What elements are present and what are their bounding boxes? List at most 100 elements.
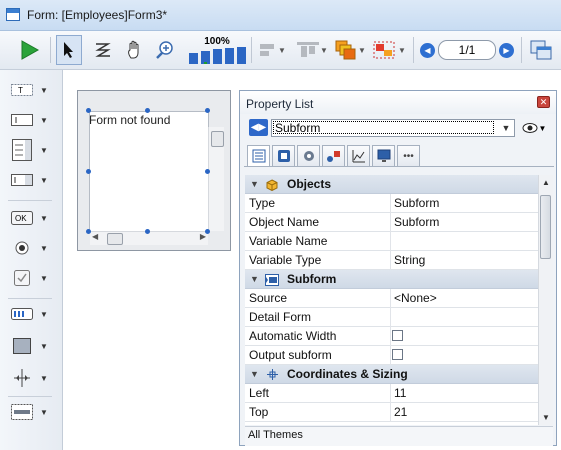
property-key: Automatic Width — [249, 329, 337, 343]
property-row[interactable]: Left 11 — [245, 384, 538, 403]
palette-list-button[interactable]: ▼ — [10, 138, 56, 162]
property-value: Subform — [394, 196, 440, 210]
list-box-icon — [10, 139, 34, 161]
property-key: Object Name — [249, 215, 320, 229]
object-nav-arrows-icon[interactable]: ◀▶ — [249, 119, 268, 136]
column-divider — [390, 346, 391, 365]
group-label: Coordinates & Sizing — [287, 367, 408, 381]
chevron-down-icon: ▼ — [538, 123, 547, 133]
property-row[interactable]: Output subform — [245, 346, 538, 365]
group-header-objects[interactable]: ▼ Objects — [245, 175, 538, 194]
cube-icon — [265, 178, 279, 191]
chevron-down-icon[interactable]: ▼ — [498, 120, 514, 136]
view-options-button[interactable]: ▼ — [521, 120, 547, 136]
hand-icon — [128, 40, 139, 59]
scroll-down-icon[interactable]: ▼ — [542, 413, 550, 422]
subform-object[interactable] — [89, 111, 209, 232]
resize-handle[interactable] — [86, 229, 91, 234]
property-row[interactable]: Detail Form — [245, 308, 538, 327]
property-row[interactable]: Type Subform — [245, 194, 538, 213]
palette-radio-button[interactable]: ▼ — [10, 236, 56, 260]
windows-button[interactable] — [526, 35, 556, 65]
reorder-icon — [95, 43, 111, 57]
scroll-left-icon[interactable]: ◀ — [92, 232, 98, 241]
palette-ruler-button[interactable]: ▼ — [10, 302, 56, 326]
resize-handle[interactable] — [205, 169, 210, 174]
resize-handle[interactable] — [86, 169, 91, 174]
palette-subform-button[interactable]: ▼ — [10, 400, 56, 424]
text-object-icon: T — [10, 82, 34, 98]
tab-more[interactable]: ••• — [397, 145, 420, 166]
property-row[interactable]: Source <None> — [245, 289, 538, 308]
resize-handle[interactable] — [86, 108, 91, 113]
property-list-title: Property List — [246, 97, 314, 111]
scroll-up-icon[interactable]: ▲ — [542, 178, 550, 187]
palette-splitter-button[interactable]: ▼ — [10, 366, 56, 390]
layer-button[interactable]: ▼ — [332, 35, 368, 65]
select-tool-button[interactable] — [56, 35, 82, 65]
resize-handle[interactable] — [205, 229, 210, 234]
prev-page-icon[interactable]: ◀ — [420, 42, 435, 58]
palette-rectangle-button[interactable]: ▼ — [10, 334, 56, 358]
tab-objects[interactable] — [322, 145, 345, 166]
palette-text-button[interactable]: T ▼ — [10, 78, 56, 102]
group-header-subform[interactable]: ▼ Subform — [245, 270, 538, 289]
property-row[interactable]: Automatic Width — [245, 327, 538, 346]
entry-order-button[interactable] — [90, 35, 116, 65]
group-header-coordinates[interactable]: ▼ Coordinates & Sizing — [245, 365, 538, 384]
zoom-tool-button[interactable] — [152, 35, 178, 65]
tab-display[interactable] — [272, 145, 295, 166]
chevron-down-icon: ▼ — [40, 175, 48, 185]
hand-tool-button[interactable] — [122, 35, 148, 65]
property-list-scrollbar[interactable]: ▲ ▼ — [538, 175, 553, 425]
property-row[interactable]: Variable Type String — [245, 251, 538, 270]
zoom-level-control[interactable]: 100% — [186, 35, 248, 65]
close-icon[interactable]: ✕ — [537, 96, 550, 108]
object-selector-value: Subform — [273, 121, 494, 134]
output-subform-checkbox[interactable] — [392, 349, 403, 360]
run-form-button[interactable] — [14, 35, 44, 65]
subform-vertical-scrollbar[interactable] — [208, 127, 224, 231]
monitor-icon — [377, 149, 390, 162]
property-row[interactable]: Variable Name — [245, 232, 538, 251]
tab-screen[interactable] — [372, 145, 395, 166]
palette-button-object[interactable]: OK ▼ — [10, 206, 56, 230]
svg-text:OK: OK — [15, 214, 27, 223]
resize-handle[interactable] — [205, 108, 210, 113]
palette-checkbox-button[interactable]: ▼ — [10, 266, 56, 290]
property-row[interactable]: Object Name Subform — [245, 213, 538, 232]
radio-button-icon — [10, 240, 34, 256]
more-icon: ••• — [403, 150, 414, 162]
page-navigator: ◀ 1/1 ▶ — [418, 35, 516, 65]
palette-input-button[interactable]: ▼ — [10, 108, 56, 132]
scroll-thumb[interactable] — [107, 233, 123, 245]
automatic-width-checkbox[interactable] — [392, 330, 403, 341]
chevron-down-icon: ▼ — [40, 145, 48, 155]
property-value: 11 — [394, 386, 407, 400]
chevron-down-icon: ▼ — [40, 85, 48, 95]
themes-selector[interactable]: All Themes — [248, 429, 303, 441]
column-divider — [390, 289, 391, 308]
shapes-icon — [326, 151, 340, 162]
chevron-down-icon: ▼ — [40, 273, 48, 283]
page-indicator: 1/1 — [438, 40, 496, 60]
tab-settings[interactable] — [297, 145, 320, 166]
palette-combo-button[interactable]: ▼ — [10, 168, 56, 192]
group-label: Objects — [287, 177, 332, 191]
resize-handle[interactable] — [145, 108, 150, 113]
column-divider — [390, 384, 391, 403]
chevron-down-icon: ▼ — [40, 213, 48, 223]
scroll-thumb[interactable] — [211, 131, 224, 147]
tab-list-properties[interactable] — [247, 145, 270, 166]
property-row[interactable]: Top 21 — [245, 403, 538, 422]
scroll-thumb[interactable] — [540, 195, 551, 259]
distribute-button[interactable]: ▼ — [294, 35, 330, 65]
title-bar: Form: [Employees]Form3* — [0, 0, 561, 31]
tab-graph[interactable] — [347, 145, 370, 166]
align-button[interactable]: ▼ — [256, 35, 288, 65]
property-key: Top — [249, 405, 269, 419]
next-page-icon[interactable]: ▶ — [499, 42, 514, 58]
group-button[interactable]: ▼ — [370, 35, 408, 65]
resize-handle[interactable] — [145, 229, 150, 234]
chevron-down-icon: ▼ — [320, 45, 328, 55]
